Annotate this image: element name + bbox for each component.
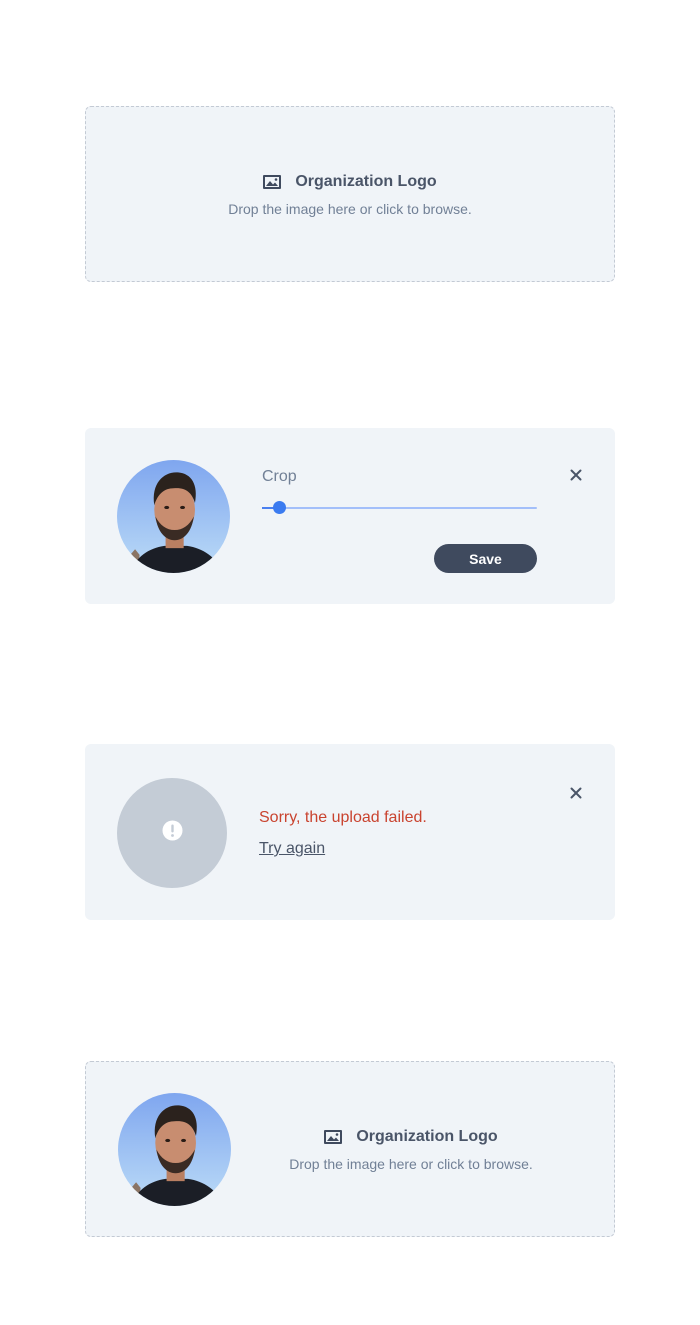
- logo-dropzone-with-preview[interactable]: Organization Logo Drop the image here or…: [85, 1061, 615, 1237]
- image-icon: [324, 1130, 343, 1144]
- dropzone-title-row: Organization Logo: [324, 1128, 498, 1146]
- avatar-preview: [118, 1093, 231, 1206]
- logo-dropzone[interactable]: Organization Logo Drop the image here or…: [85, 106, 615, 282]
- dropzone-title-row: Organization Logo: [263, 173, 437, 191]
- dropzone-subtitle: Drop the image here or click to browse.: [289, 1156, 533, 1172]
- crop-panel: Crop Save: [85, 428, 615, 604]
- crop-slider[interactable]: [262, 501, 537, 514]
- crop-slider-thumb[interactable]: [272, 501, 286, 514]
- dropzone-content: Organization Logo Drop the image here or…: [262, 1128, 560, 1172]
- save-button[interactable]: Save: [434, 544, 537, 573]
- avatar-placeholder: [117, 778, 227, 888]
- try-again-link[interactable]: Try again: [259, 840, 325, 858]
- error-message: Sorry, the upload failed.: [259, 809, 427, 826]
- crop-label: Crop: [262, 468, 297, 485]
- exclamation-icon: [162, 820, 183, 846]
- image-icon: [263, 175, 282, 189]
- avatar-preview: [117, 460, 230, 573]
- close-icon[interactable]: [565, 464, 587, 486]
- upload-error-panel: Sorry, the upload failed. Try again: [85, 744, 615, 920]
- dropzone-content: Organization Logo Drop the image here or…: [86, 173, 614, 217]
- dropzone-title: Organization Logo: [356, 1128, 498, 1145]
- dropzone-subtitle: Drop the image here or click to browse.: [228, 201, 472, 217]
- dropzone-title: Organization Logo: [295, 173, 437, 190]
- close-icon[interactable]: [565, 782, 587, 804]
